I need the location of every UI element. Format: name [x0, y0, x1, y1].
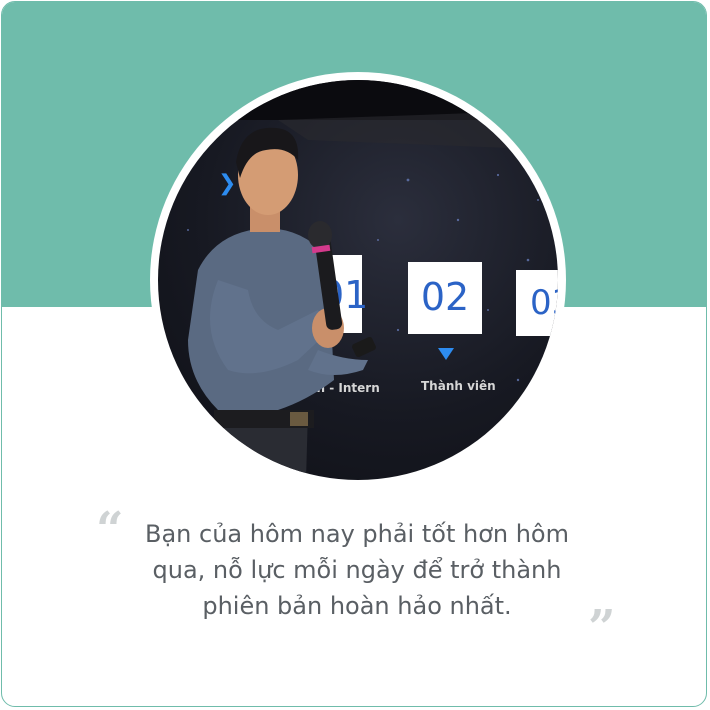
slide-box-3-label: 03: [530, 283, 558, 323]
close-quote-icon: ”: [588, 600, 616, 656]
quote-card: ❯ 01 02 03 nh - Intern Thành viên: [1, 1, 707, 707]
slide-box-2-label: 02: [421, 275, 469, 319]
speaker-photo: ❯ 01 02 03 nh - Intern Thành viên: [158, 80, 558, 480]
photo-frame: ❯ 01 02 03 nh - Intern Thành viên: [150, 72, 566, 488]
slide-logo-chevron: ❯: [218, 171, 236, 196]
speaker-photo-illustration: ❯ 01 02 03 nh - Intern Thành viên: [158, 80, 558, 480]
open-quote-icon: “: [96, 502, 124, 558]
quote-text: Bạn của hôm nay phải tốt hơn hôm qua, nỗ…: [145, 520, 569, 620]
slide-caption-2: Thành viên: [421, 379, 496, 393]
